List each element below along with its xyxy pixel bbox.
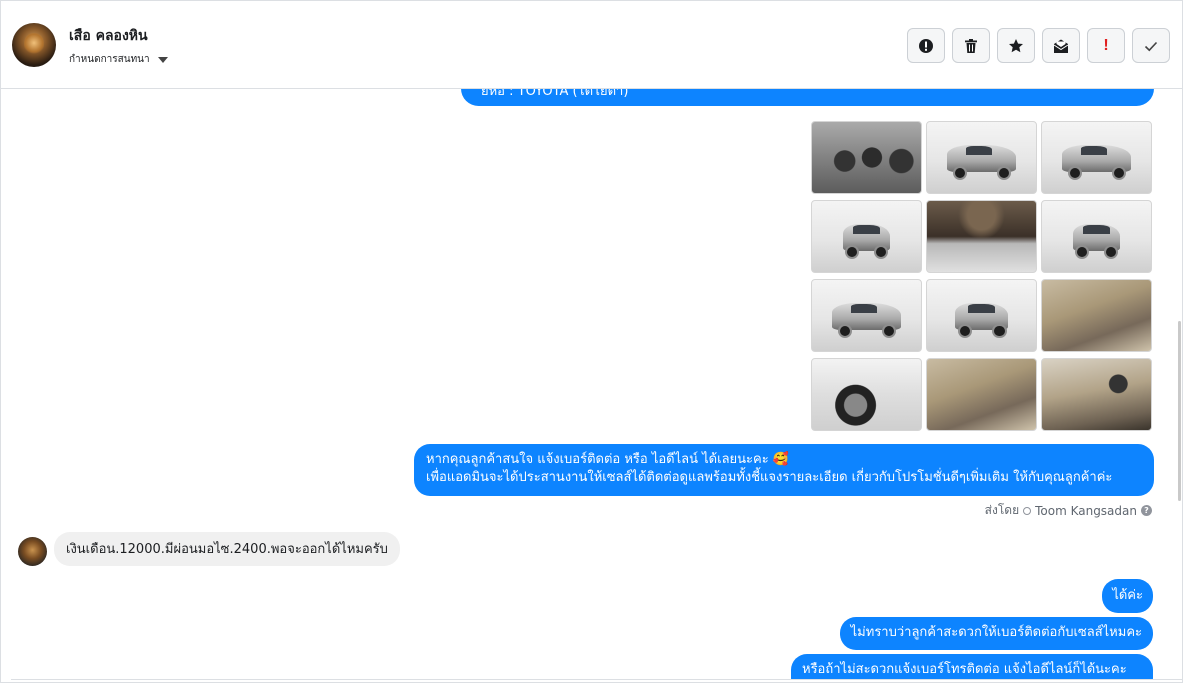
sent-by-prefix: ส่งโดย (984, 503, 1020, 517)
message-composer[interactable] (11, 679, 1182, 682)
check-icon (1144, 41, 1158, 51)
avatar[interactable] (12, 23, 56, 67)
photo-thumbnail[interactable] (1041, 279, 1152, 352)
conversation-window: เสือ คลองหิน กำหนดการสนทนา ! ยี่ห้อ: TO… (0, 0, 1183, 683)
message-bubble-incoming[interactable]: เงินเดือน.12000.มีผ่อนมอไซ.2400.พอจะออกไ… (54, 532, 400, 566)
message-text: ได้ค่ะ (1112, 588, 1143, 603)
trash-icon (965, 38, 977, 53)
photo-thumbnail[interactable] (811, 200, 922, 273)
photo-thumbnail[interactable] (1041, 358, 1152, 431)
star-button[interactable] (997, 28, 1035, 63)
priority-button[interactable]: ! (1087, 28, 1125, 63)
alert-circle-icon (919, 38, 933, 53)
header-actions: ! (907, 28, 1170, 63)
photo-thumbnail[interactable] (926, 358, 1037, 431)
scrollbar[interactable] (1178, 321, 1181, 501)
sent-by-info: ส่งโดย Toom Kangsadan ? (985, 501, 1152, 520)
star-icon (1009, 38, 1023, 52)
conversation-header: เสือ คลองหิน กำหนดการสนทนา ! (1, 1, 1182, 89)
photo-thumbnail[interactable] (926, 121, 1037, 194)
delete-button[interactable] (952, 28, 990, 63)
photo-thumbnail[interactable] (926, 279, 1037, 352)
conversation-status-dropdown[interactable]: กำหนดการสนทนา (69, 52, 168, 67)
caret-down-icon (157, 56, 168, 63)
photo-grid (811, 121, 1153, 431)
message-text: หากคุณลูกค้าสนใจ แจ้งเบอร์ติดต่อ หรือ ไอ… (426, 452, 790, 467)
avatar[interactable] (18, 537, 47, 566)
photo-thumbnail[interactable] (1041, 200, 1152, 273)
conversation-status-label: กำหนดการสนทนา (69, 54, 150, 65)
message-text: ไม่ทราบว่าลูกค้าสะดวกให้เบอร์ติดต่อกับเซ… (850, 625, 1142, 640)
contact-name[interactable]: เสือ คลองหิน (69, 25, 148, 47)
help-icon[interactable]: ? (1141, 505, 1152, 516)
message-text: เพื่อแอดมินจะได้ประสานงานให้เซลส์ได้ติดต… (426, 470, 1113, 485)
photo-thumbnail[interactable] (926, 200, 1037, 273)
open-envelope-icon (1053, 39, 1069, 53)
sent-by-name: Toom Kangsadan (1035, 503, 1137, 518)
message-bubble-outgoing[interactable]: ไม่ทราบว่าลูกค้าสะดวกให้เบอร์ติดต่อกับเซ… (839, 617, 1153, 650)
message-text: เงินเดือน.12000.มีผ่อนมอไซ.2400.พอจะออกไ… (66, 542, 388, 557)
photo-thumbnail[interactable] (811, 121, 922, 194)
photo-thumbnail[interactable] (811, 279, 922, 352)
message-text: หรือถ้าไม่สะดวกแจ้งเบอร์โทรติดต่อ แจ้งไอ… (802, 662, 1127, 677)
exclamation-icon: ! (1103, 36, 1109, 54)
photo-thumbnail[interactable] (811, 358, 922, 431)
mark-unread-button[interactable] (1042, 28, 1080, 63)
done-button[interactable] (1132, 28, 1170, 63)
agent-icon (1023, 506, 1032, 515)
message-bubble-outgoing[interactable]: หากคุณลูกค้าสนใจ แจ้งเบอร์ติดต่อ หรือ ไอ… (414, 444, 1154, 496)
message-bubble-outgoing[interactable]: ได้ค่ะ (1102, 579, 1153, 613)
photo-thumbnail[interactable] (1041, 121, 1152, 194)
report-button[interactable] (907, 28, 945, 63)
